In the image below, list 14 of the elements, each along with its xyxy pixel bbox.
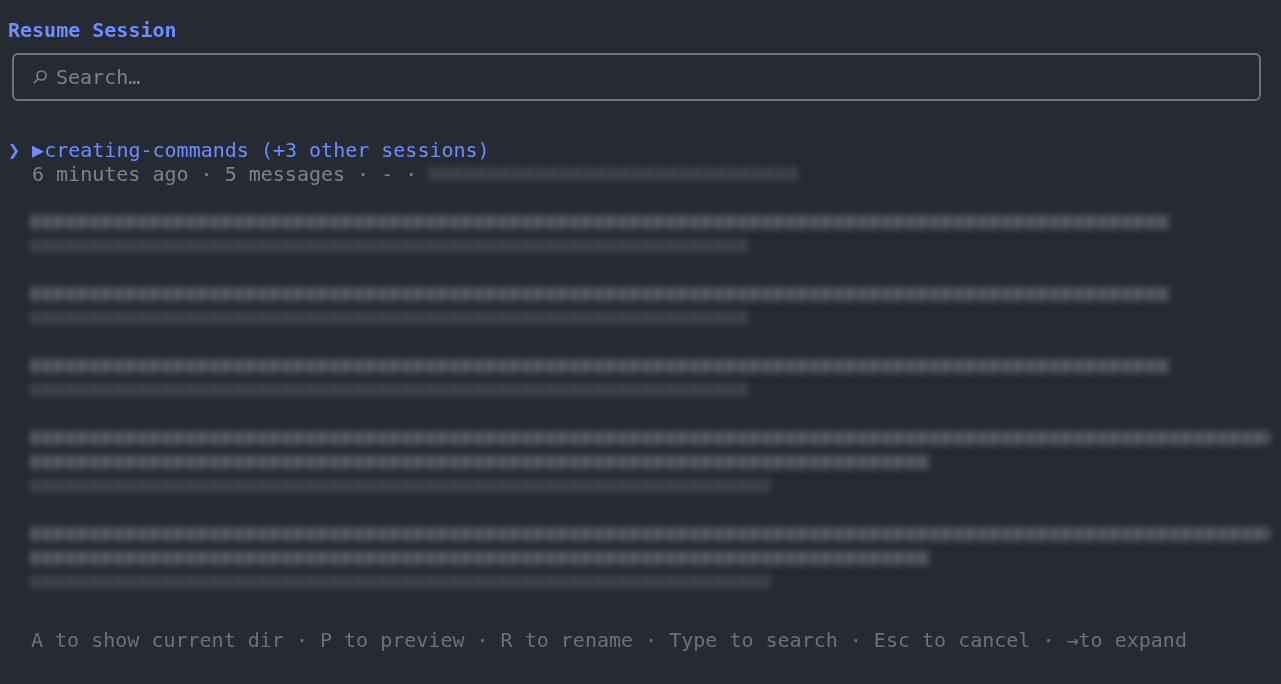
search-icon <box>32 69 48 85</box>
redacted-text[interactable] <box>30 527 1270 541</box>
session-title: creating-commands (+3 other sessions) <box>44 138 490 162</box>
dialog-title: Resume Session <box>8 17 178 43</box>
play-icon: ▶ <box>32 138 45 162</box>
redacted-text[interactable] <box>30 359 1170 373</box>
redacted-text[interactable] <box>30 431 1270 445</box>
redacted-text[interactable] <box>30 215 1170 229</box>
session-meta: 6 minutes ago · 5 messages · - · <box>32 162 419 186</box>
redacted-text[interactable] <box>30 287 1170 301</box>
search-field[interactable]: Search… <box>12 53 1261 101</box>
pointer-icon: ❯ <box>8 138 33 162</box>
keyboard-hints: A to show current dir · P to preview · R to rename · Type to search · Esc to cancel · →to expand <box>30 628 1188 652</box>
session-row[interactable]: ❯ ▶creating-commands (+3 other sessions) <box>8 138 1273 162</box>
